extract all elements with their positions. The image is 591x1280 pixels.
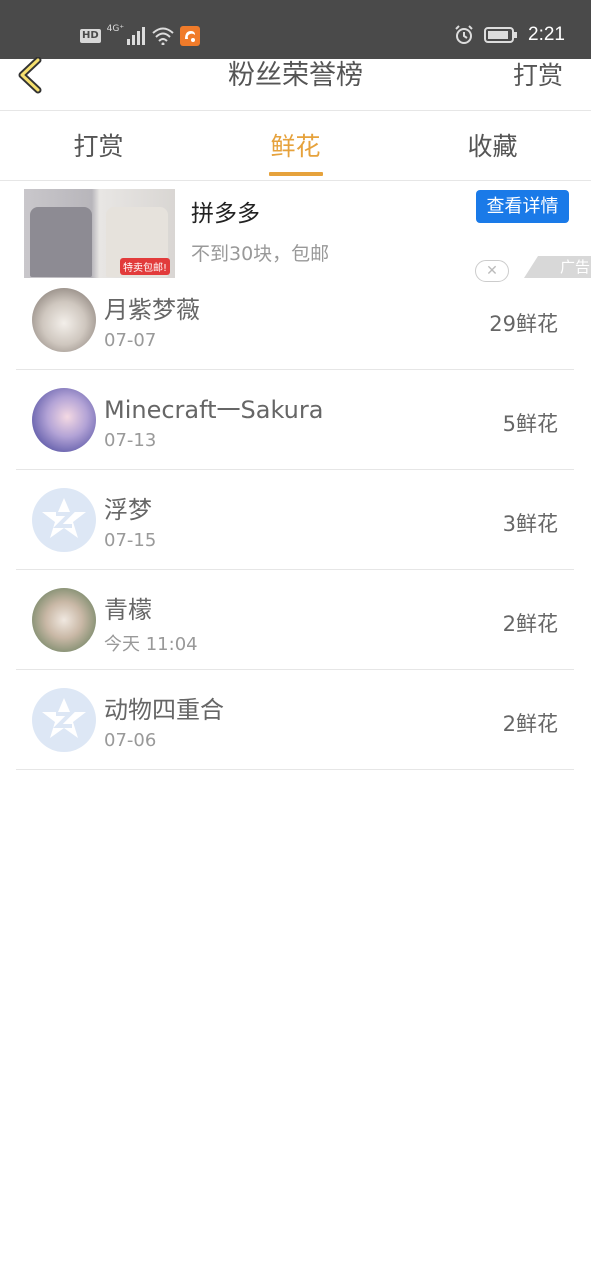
status-right: 2:21 xyxy=(454,24,565,46)
user-date: 今天 11:04 xyxy=(104,634,198,655)
tab-flowers[interactable]: 鲜花 xyxy=(197,111,394,180)
ad-title: 拼多多 xyxy=(191,201,260,227)
signal-icon xyxy=(127,27,146,45)
flower-count: 3鲜花 xyxy=(502,512,558,536)
avatar[interactable] xyxy=(32,488,96,552)
ad-product-shirt xyxy=(30,207,92,277)
list-item[interactable]: 青檬 今天 11:04 2鲜花 xyxy=(16,570,574,670)
user-name: 浮梦 xyxy=(104,496,152,524)
network-type: 4G⁺ xyxy=(106,24,125,34)
avatar[interactable] xyxy=(32,688,96,752)
flower-count: 2鲜花 xyxy=(502,612,558,636)
flower-count: 2鲜花 xyxy=(502,712,558,736)
user-name: 青檬 xyxy=(104,596,152,624)
list-item[interactable]: 月紫梦薇 07-07 29鲜花 xyxy=(16,270,574,370)
user-name: 月紫梦薇 xyxy=(104,296,200,324)
status-bar: HD 4G⁺ 2:21 xyxy=(0,0,591,59)
ad-banner[interactable]: 特卖包邮! 拼多多 不到30块，包邮 查看详情 ✕ 广告 xyxy=(0,182,591,282)
default-avatar-icon xyxy=(42,498,86,538)
ad-description: 不到30块，包邮 xyxy=(191,243,330,265)
avatar[interactable] xyxy=(32,288,96,352)
battery-icon xyxy=(484,27,518,43)
tab-bar: 打赏 鲜花 收藏 xyxy=(0,111,591,181)
alarm-icon xyxy=(455,25,473,44)
ad-image[interactable]: 特卖包邮! xyxy=(24,189,175,278)
nav-header: 粉丝荣誉榜 打赏 xyxy=(0,56,591,111)
user-date: 07-07 xyxy=(104,330,157,351)
avatar[interactable] xyxy=(32,588,96,652)
reward-button[interactable]: 打赏 xyxy=(513,59,563,93)
user-date: 07-13 xyxy=(104,430,157,451)
user-name: 动物四重合 xyxy=(104,696,224,724)
hd-badge: HD xyxy=(80,29,101,43)
tab-favorites[interactable]: 收藏 xyxy=(394,111,591,180)
user-date: 07-15 xyxy=(104,530,157,551)
user-name: Minecraft一Sakura xyxy=(104,396,324,424)
default-avatar-icon xyxy=(42,698,86,738)
fan-list: 月紫梦薇 07-07 29鲜花 Minecraft一Sakura 07-13 5… xyxy=(16,270,574,770)
flower-count: 5鲜花 xyxy=(502,412,558,436)
list-item[interactable]: 浮梦 07-15 3鲜花 xyxy=(16,470,574,570)
uc-browser-icon xyxy=(180,26,201,46)
page-title: 粉丝荣誉榜 xyxy=(228,60,363,91)
tab-reward[interactable]: 打赏 xyxy=(0,111,197,180)
clock: 2:21 xyxy=(528,24,565,45)
flower-count: 29鲜花 xyxy=(489,312,558,336)
ad-details-button[interactable]: 查看详情 xyxy=(476,190,569,223)
status-indicators: HD 4G⁺ xyxy=(80,24,201,46)
avatar[interactable] xyxy=(32,388,96,452)
list-item[interactable]: 动物四重合 07-06 2鲜花 xyxy=(16,670,574,770)
wifi-icon xyxy=(152,27,174,45)
list-item[interactable]: Minecraft一Sakura 07-13 5鲜花 xyxy=(16,370,574,470)
user-date: 07-06 xyxy=(104,730,157,751)
